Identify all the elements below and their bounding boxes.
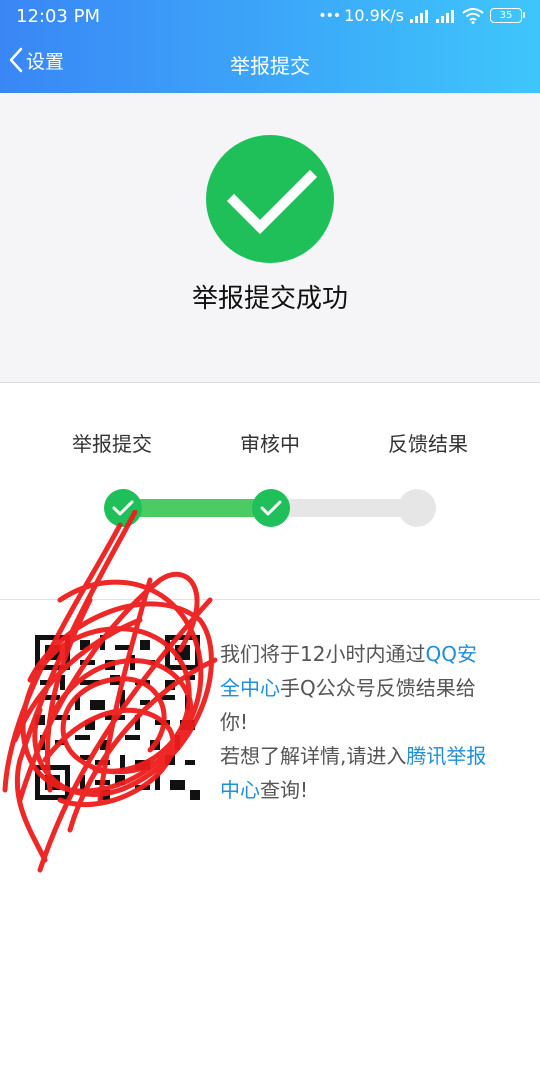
more-dots-icon: ••• (318, 7, 341, 24)
wifi-icon (462, 7, 484, 24)
info-section: 我们将于12小时内通过QQ安全中心手Q公众号反馈结果给你! 若想了解详情,请进入… (0, 600, 540, 1080)
info-text-4: 查询! (260, 778, 309, 802)
step-dot-review (252, 489, 290, 527)
signal-icon-2 (436, 9, 454, 23)
info-text-1: 我们将于12小时内通过 (220, 642, 426, 666)
result-title: 举报提交成功 (191, 284, 348, 314)
check-circle-icon (206, 135, 334, 263)
result-panel: 举报提交成功 (0, 93, 540, 383)
progress-fill (123, 499, 271, 517)
step-label-feedback: 反馈结果 (388, 432, 468, 456)
step-dot-submit (104, 489, 142, 527)
step-label-review: 审核中 (240, 432, 300, 456)
battery-icon: 35 (490, 8, 525, 23)
progress-tracker: 举报提交 审核中 反馈结果 (0, 383, 540, 600)
step-dot-feedback (398, 489, 436, 527)
qr-code-icon (35, 635, 200, 800)
status-time: 12:03 PM (16, 6, 100, 27)
info-text: 我们将于12小时内通过QQ安全中心手Q公众号反馈结果给你! 若想了解详情,请进入… (220, 637, 490, 807)
check-icon (260, 500, 282, 516)
check-icon (112, 500, 134, 516)
signal-icon (410, 9, 428, 23)
status-indicators: ••• 10.9K/s 35 (318, 6, 525, 25)
nav-bar: 设置 举报提交 (0, 34, 540, 93)
step-label-submit: 举报提交 (72, 432, 152, 456)
status-bar: 12:03 PM ••• 10.9K/s 35 (0, 0, 540, 34)
app-header: 12:03 PM ••• 10.9K/s 35 设置 举报提交 (0, 0, 540, 93)
info-text-3: 若想了解详情,请进入 (220, 744, 407, 768)
page-title: 举报提交 (230, 54, 310, 78)
net-speed: 10.9K/s (344, 6, 404, 25)
